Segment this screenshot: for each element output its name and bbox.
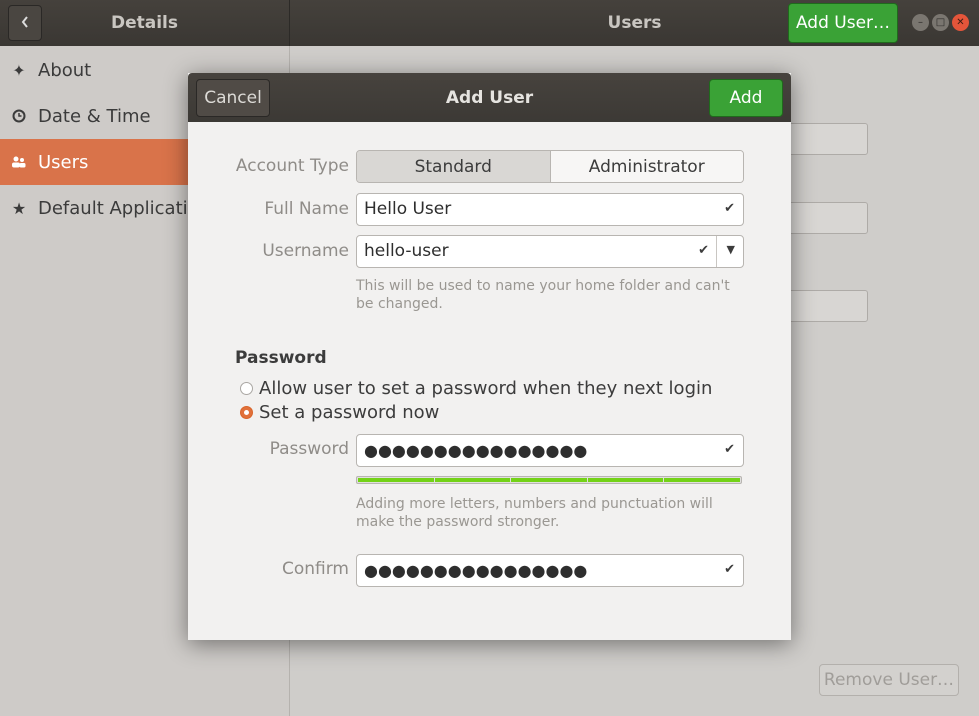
- username-value: hello-user: [364, 241, 449, 261]
- remove-user-button[interactable]: Remove User…: [819, 664, 959, 696]
- password-value: ●●●●●●●●●●●●●●●●: [364, 441, 588, 460]
- account-type-switch: Standard Administrator: [356, 150, 744, 183]
- account-type-administrator[interactable]: Administrator: [550, 151, 743, 182]
- full-name-value: Hello User: [364, 199, 452, 219]
- radio-label: Allow user to set a password when they n…: [259, 378, 713, 399]
- maximize-icon[interactable]: □: [932, 14, 949, 31]
- sidebar-item-label: Users: [38, 151, 89, 173]
- username-hint: This will be used to name your home fold…: [356, 278, 730, 312]
- sidebar-title: Details: [110, 13, 178, 33]
- strength-segment: [587, 478, 664, 482]
- password-hint: Adding more letters, numbers and punctua…: [356, 496, 713, 530]
- account-type-label: Account Type: [235, 156, 349, 176]
- strength-segment: [511, 478, 587, 482]
- full-name-field[interactable]: Hello User ✔: [356, 193, 744, 226]
- confirm-label: Confirm: [281, 559, 349, 579]
- password-option-next-login[interactable]: Allow user to set a password when they n…: [240, 378, 712, 399]
- checkmark-icon: ✔: [724, 562, 735, 577]
- username-combo[interactable]: hello-user ✔ ▼: [356, 235, 744, 268]
- radio-label: Set a password now: [259, 402, 440, 423]
- sidebar-item-label: About: [38, 59, 92, 81]
- strength-segment: [664, 478, 740, 482]
- window-controls: – □ ✕: [912, 14, 969, 31]
- checkmark-icon: ✔: [724, 201, 735, 216]
- dialog-title: Add User: [445, 88, 534, 108]
- password-section-title: Password: [235, 348, 327, 368]
- confirm-password-field[interactable]: ●●●●●●●●●●●●●●●● ✔: [356, 554, 744, 587]
- sidebar-item-label: Date & Time: [38, 105, 151, 127]
- add-button[interactable]: Add: [709, 79, 783, 117]
- checkmark-icon: ✔: [724, 442, 735, 457]
- dialog-header: Cancel Add User Add: [188, 73, 791, 122]
- username-label: Username: [262, 241, 349, 261]
- minimize-icon[interactable]: –: [912, 14, 929, 31]
- radio-button[interactable]: [240, 382, 253, 395]
- sidebar-header: Details: [0, 0, 290, 46]
- password-option-set-now[interactable]: Set a password now: [240, 402, 439, 423]
- headerbar: Details Users Add User… – □ ✕: [0, 0, 979, 46]
- password-strength-bar: [356, 476, 742, 484]
- strength-segment: [434, 478, 511, 482]
- users-icon: [0, 156, 38, 168]
- clock-icon: [0, 109, 38, 123]
- chevron-down-icon[interactable]: ▼: [727, 243, 735, 256]
- add-user-button[interactable]: Add User…: [788, 3, 898, 43]
- account-type-standard[interactable]: Standard: [357, 151, 551, 182]
- password-field[interactable]: ●●●●●●●●●●●●●●●● ✔: [356, 434, 744, 467]
- password-label: Password: [269, 439, 349, 459]
- checkmark-icon: ✔: [698, 243, 709, 258]
- radio-button[interactable]: [240, 406, 253, 419]
- star-icon: ★: [11, 198, 27, 218]
- confirm-value: ●●●●●●●●●●●●●●●●: [364, 561, 588, 580]
- divider: [716, 236, 717, 267]
- full-name-label: Full Name: [264, 199, 349, 219]
- close-icon[interactable]: ✕: [952, 14, 969, 31]
- strength-segment: [358, 478, 434, 482]
- sparkle-icon: ✦: [12, 60, 26, 80]
